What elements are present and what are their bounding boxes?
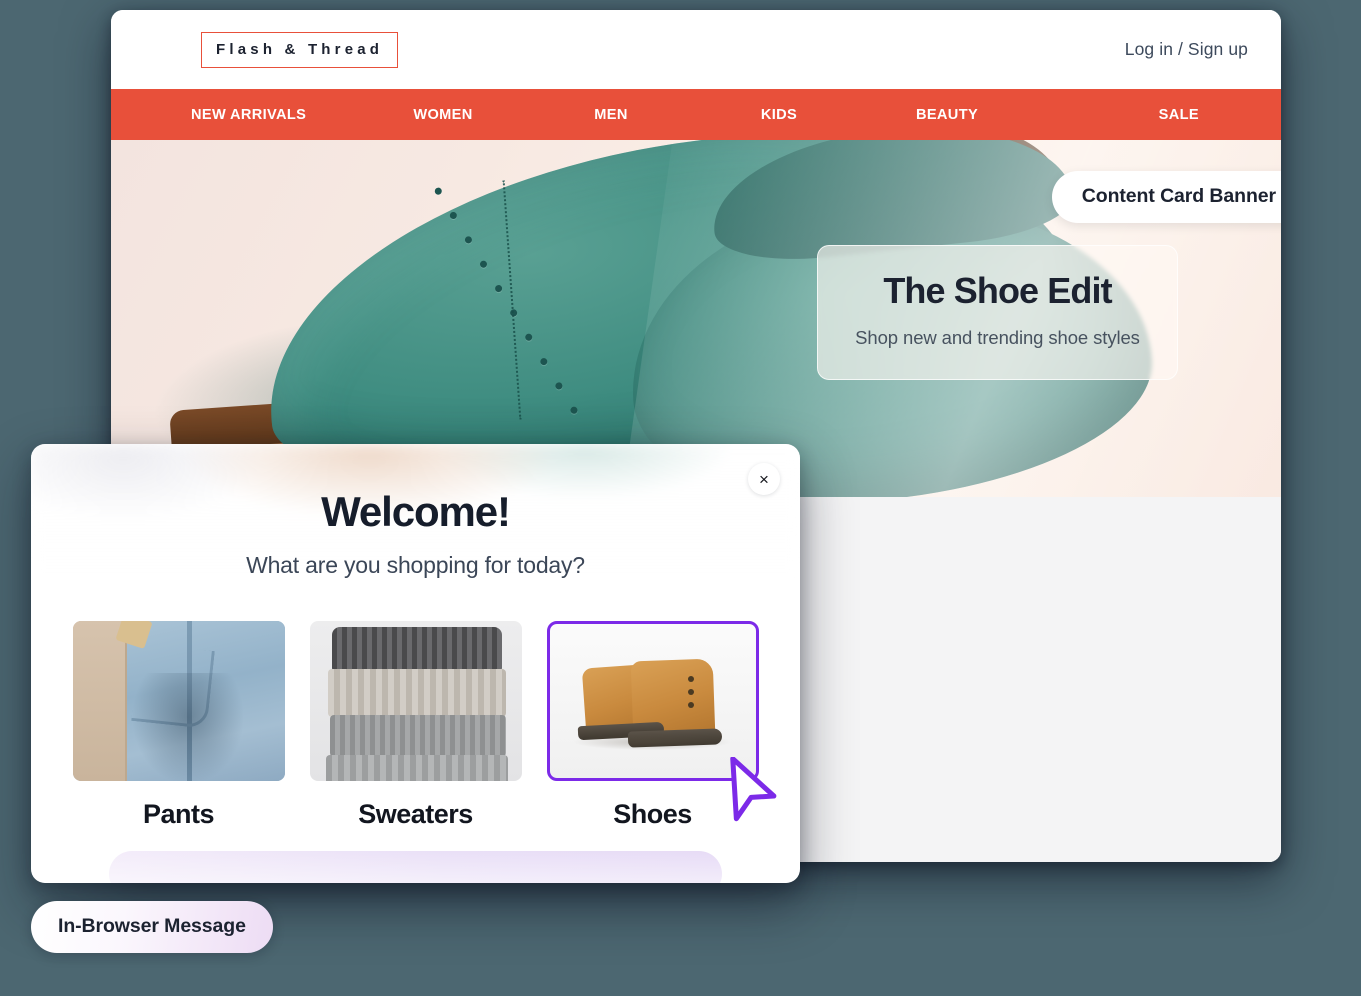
choice-label-sweaters: Sweaters	[358, 799, 473, 829]
nav-item-sale[interactable]: SALE	[1031, 107, 1221, 123]
content-card-banner-label: Content Card Banner	[1051, 171, 1281, 223]
in-browser-message-label: In-Browser Message	[31, 901, 273, 953]
shoes-thumbnail-image	[546, 621, 759, 781]
modal-body: Welcome! What are you shopping for today…	[31, 444, 800, 830]
shoe-edit-subtitle: Shop new and trending shoe styles	[855, 326, 1140, 348]
modal-subtitle: What are you shopping for today?	[246, 552, 585, 578]
sweaters-thumbnail-image	[309, 621, 522, 781]
site-header: Flash & Thread Log in / Sign up	[111, 10, 1281, 89]
modal-title: Welcome!	[321, 488, 511, 535]
close-icon[interactable]: ×	[748, 463, 780, 495]
nav-item-new-arrivals[interactable]: NEW ARRIVALS	[191, 107, 359, 123]
nav-item-women[interactable]: WOMEN	[359, 107, 527, 123]
in-browser-message-modal: × Welcome! What are you shopping for tod…	[31, 444, 800, 883]
nav-item-men[interactable]: MEN	[527, 107, 695, 123]
shopping-choice-row: Pants Sweaters Shoes	[31, 621, 800, 830]
main-navigation: NEW ARRIVALS WOMEN MEN KIDS BEAUTY SALE	[111, 89, 1281, 140]
choice-label-shoes: Shoes	[613, 799, 692, 829]
modal-submit-button[interactable]	[109, 851, 722, 883]
choice-label-pants: Pants	[142, 799, 215, 829]
shoe-edit-card[interactable]: The Shoe Edit Shop new and trending shoe…	[817, 245, 1178, 380]
choice-sweaters[interactable]: Sweaters	[309, 621, 522, 830]
choice-shoes[interactable]: Shoes	[546, 621, 759, 830]
pants-thumbnail-image	[72, 621, 285, 781]
shoe-edit-title: The Shoe Edit	[883, 270, 1112, 311]
brand-logo[interactable]: Flash & Thread	[201, 31, 399, 68]
choice-pants[interactable]: Pants	[72, 621, 285, 830]
nav-item-beauty[interactable]: BEAUTY	[863, 107, 1031, 123]
nav-item-kids[interactable]: KIDS	[695, 107, 863, 123]
login-signup-link[interactable]: Log in / Sign up	[1125, 39, 1248, 60]
